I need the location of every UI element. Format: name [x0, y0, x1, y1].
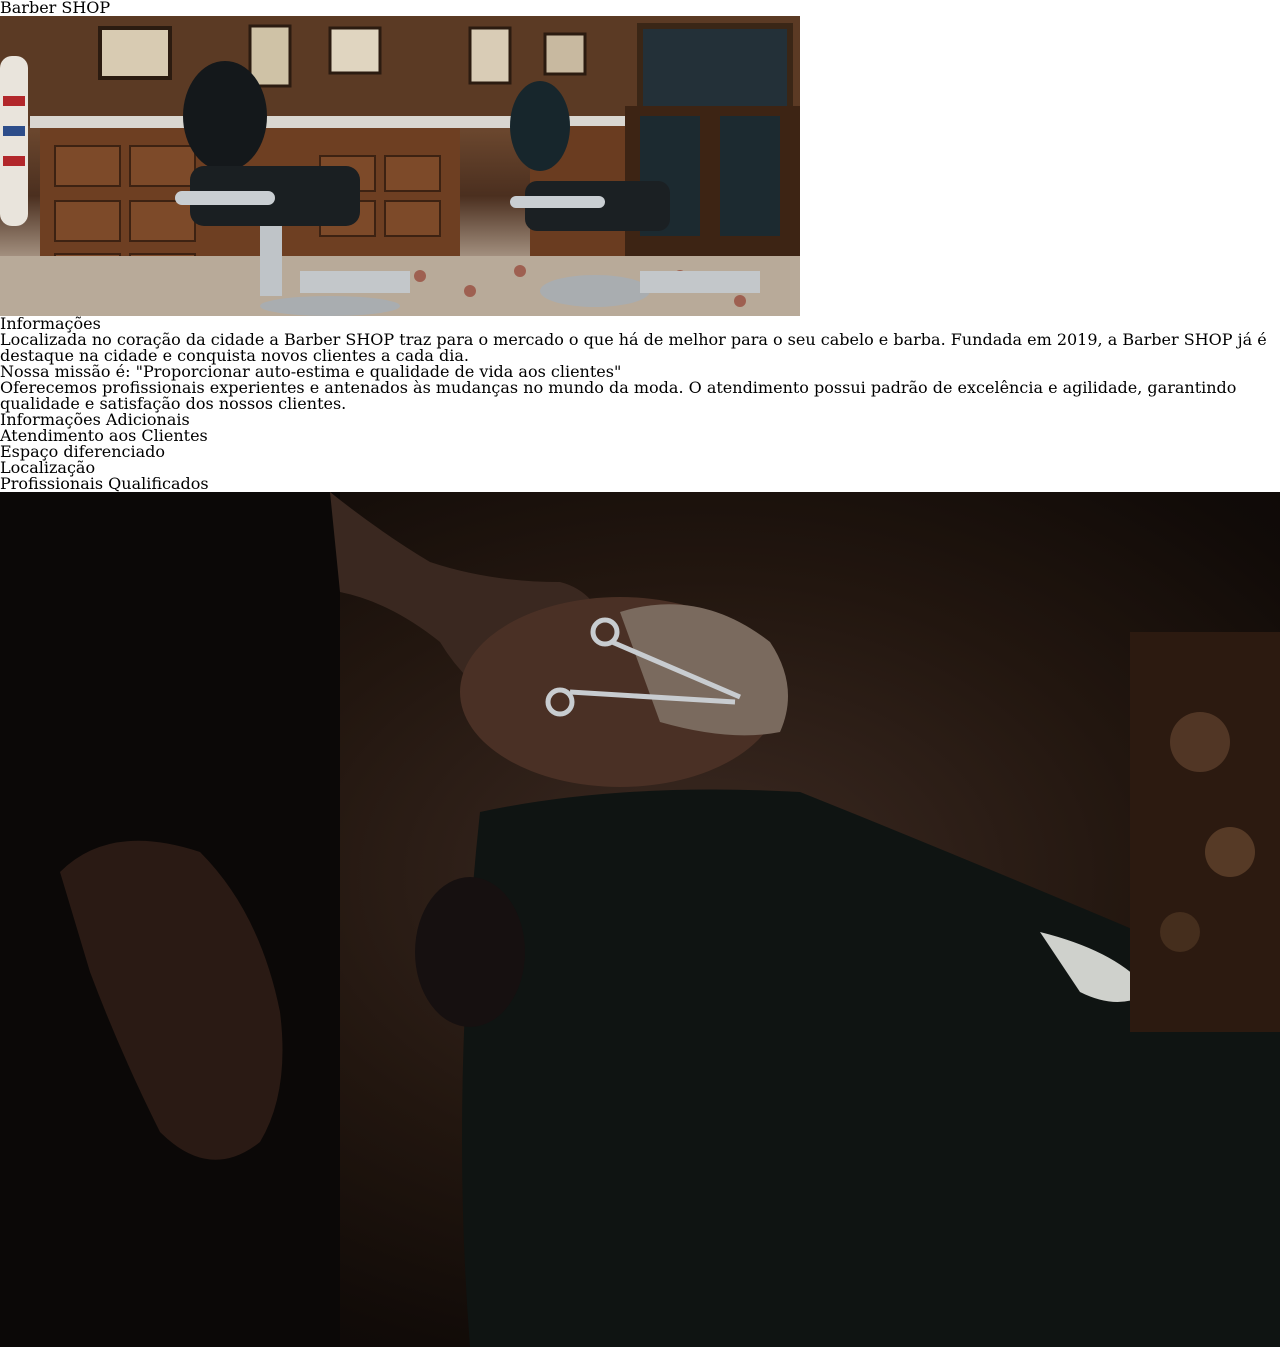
page: Barber SHOP Informações Localizada no co… [0, 0, 1280, 1347]
beard-trim-icon [0, 492, 1280, 1347]
additional-item-atendimento: Atendimento aos Clientes [0, 426, 208, 445]
info-paragraph-intro: Localizada no coração da cidade a Barber… [0, 330, 1267, 365]
additional-item-espaco: Espaço diferenciado [0, 442, 166, 461]
beard-trim-image [0, 492, 1280, 1347]
barbershop-interior-icon [0, 16, 800, 316]
additional-item-profissionais: Profissionais Qualificados [0, 474, 209, 493]
barbershop-interior-image [0, 16, 800, 316]
info-paragraph-services: Oferecemos profissionais experientes e a… [0, 378, 1237, 413]
site-title: Barber SHOP [0, 0, 111, 17]
